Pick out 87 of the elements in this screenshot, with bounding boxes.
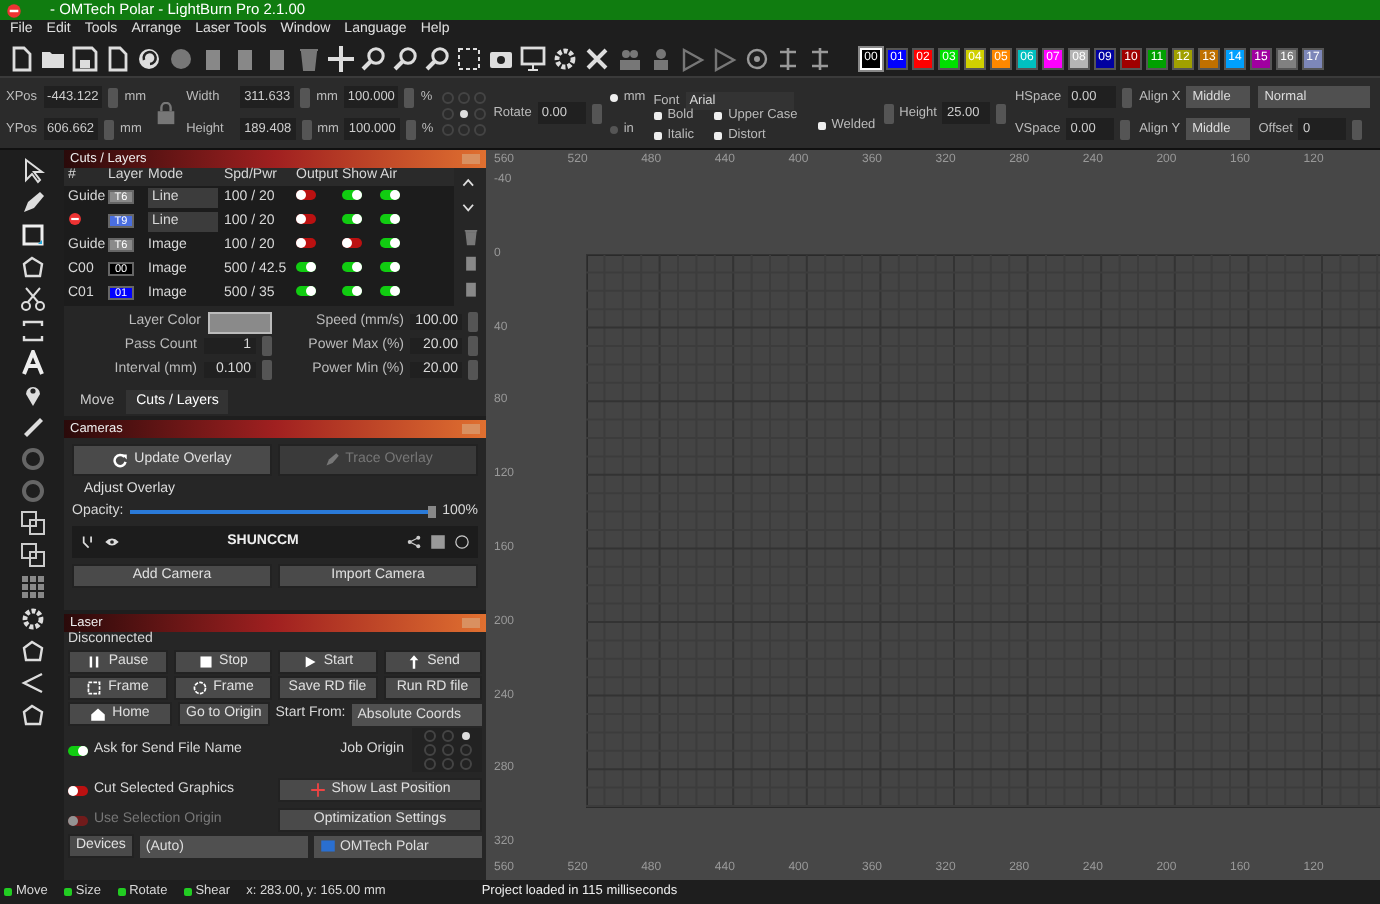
checkbox[interactable] [68, 745, 88, 756]
toggle-switch[interactable] [342, 261, 362, 272]
folder-icon[interactable] [40, 46, 66, 72]
pause-icon [86, 654, 103, 671]
toggle-switch[interactable] [296, 237, 316, 248]
send-icon [405, 654, 422, 671]
checkbox[interactable] [117, 888, 126, 896]
save-as-icon[interactable] [104, 46, 130, 72]
toggle-switch[interactable] [296, 261, 316, 272]
selection-icon[interactable] [456, 46, 482, 72]
refresh-icon [112, 452, 129, 468]
no-entry-icon [68, 211, 82, 226]
triangle-icon[interactable] [680, 46, 706, 72]
toggle-switch[interactable] [296, 189, 316, 200]
chevron-icon[interactable] [19, 670, 45, 696]
checkbox[interactable] [714, 111, 723, 119]
squares-icon[interactable] [19, 542, 45, 568]
triangle-icon[interactable] [712, 46, 738, 72]
gear-icon[interactable] [19, 606, 45, 632]
checkbox[interactable] [817, 121, 826, 129]
play-icon [301, 654, 318, 671]
save-icon[interactable] [72, 46, 98, 72]
zoom-icon[interactable] [360, 46, 386, 72]
squares-icon[interactable] [19, 510, 45, 536]
monitor-icon[interactable] [520, 46, 546, 72]
toggle-switch[interactable] [380, 213, 400, 224]
grid-icon[interactable] [19, 574, 45, 600]
checkbox[interactable] [183, 888, 192, 896]
stop-icon [197, 654, 214, 671]
tools-icon[interactable] [584, 46, 610, 72]
checkbox[interactable] [4, 888, 12, 896]
radio-button[interactable] [609, 125, 618, 133]
zoom-icon[interactable] [424, 46, 450, 72]
undo-icon[interactable] [136, 46, 162, 72]
toggle-switch[interactable] [380, 237, 400, 248]
slider-thumb[interactable] [428, 506, 437, 519]
camera-icon[interactable] [488, 46, 514, 72]
home-icon [90, 706, 107, 723]
ruler-icon[interactable] [19, 414, 45, 440]
polygon-icon[interactable] [19, 638, 45, 664]
frame-icon [86, 680, 103, 697]
toggle-switch[interactable] [380, 189, 400, 200]
pointer-icon[interactable] [19, 158, 45, 184]
trash-icon[interactable] [461, 227, 479, 246]
toggle-switch[interactable] [342, 285, 362, 296]
polygon-icon[interactable] [19, 254, 45, 280]
color-field[interactable] [207, 311, 271, 334]
toggle-switch[interactable] [380, 261, 400, 272]
app-icon [6, 0, 22, 23]
toggle-switch[interactable] [296, 285, 316, 296]
checkbox[interactable] [68, 785, 88, 796]
checkbox[interactable] [714, 131, 723, 139]
pen-icon [323, 452, 340, 468]
share-icon[interactable] [406, 534, 422, 551]
checkbox[interactable] [653, 111, 662, 119]
new-file-icon[interactable] [8, 46, 34, 72]
people-icon[interactable] [616, 46, 642, 72]
crosshair-icon [309, 782, 326, 799]
checkbox[interactable] [63, 888, 72, 896]
square-icon[interactable] [430, 534, 446, 551]
toggle-switch[interactable] [342, 213, 362, 224]
lock-icon[interactable] [154, 101, 179, 125]
slider-track[interactable] [129, 510, 437, 515]
text-icon[interactable] [19, 350, 45, 376]
target-icon[interactable] [744, 46, 770, 72]
align-icon[interactable] [776, 46, 802, 72]
zoom-icon[interactable] [392, 46, 418, 72]
toggle-switch[interactable] [380, 285, 400, 296]
eye-icon[interactable] [104, 534, 120, 551]
pencil-icon[interactable] [19, 190, 45, 216]
radio-button[interactable] [609, 93, 618, 101]
checkbox[interactable] [653, 131, 662, 139]
toggle-switch[interactable] [342, 189, 362, 200]
device-icon [319, 837, 336, 854]
circle-icon[interactable] [454, 534, 470, 551]
toggle-switch[interactable] [296, 213, 316, 224]
circle-icon [191, 680, 208, 697]
move-icon[interactable] [328, 46, 354, 72]
scissors-icon[interactable] [19, 286, 45, 312]
polygon-icon[interactable] [19, 702, 45, 728]
toggle-switch[interactable] [342, 237, 362, 248]
person-icon[interactable] [648, 46, 674, 72]
bracket-icon[interactable] [19, 318, 45, 344]
trash-icon[interactable] [296, 46, 322, 72]
rectangle-icon[interactable] [19, 222, 45, 248]
align-icon[interactable] [808, 46, 834, 72]
settings-icon[interactable] [552, 46, 578, 72]
